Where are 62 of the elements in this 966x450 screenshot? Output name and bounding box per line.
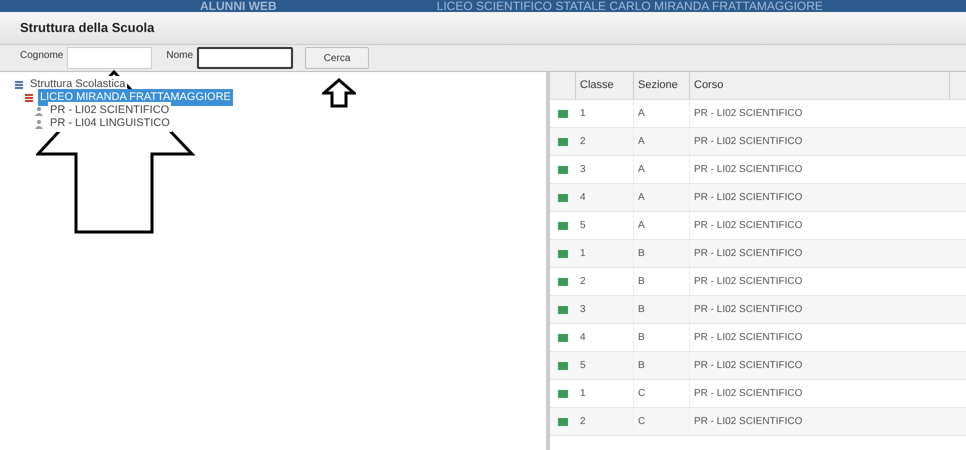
table-cell: 2: [576, 268, 634, 295]
table-cell: 2: [576, 408, 634, 435]
table-cell-text: PR - LI02 SCIENTIFICO: [693, 219, 804, 233]
row-icon: [558, 110, 568, 118]
row-icon: [558, 222, 568, 230]
row-icon: [558, 166, 568, 174]
table-cell: B: [634, 324, 690, 351]
table-cell: C: [634, 380, 690, 407]
table-cell-text: PR - LI02 SCIENTIFICO: [693, 191, 804, 205]
row-icon: [558, 250, 568, 258]
row-icon: [558, 334, 568, 342]
window-title: Struttura della Scuola: [20, 19, 154, 38]
table-cell-text: PR - LI02 SCIENTIFICO: [693, 303, 804, 317]
table-cell-text: PR - LI02 SCIENTIFICO: [693, 415, 804, 429]
table-cell-text: PR - LI02 SCIENTIFICO: [693, 163, 804, 177]
row-icon: [558, 194, 568, 202]
table-cell-text: PR - LI02 SCIENTIFICO: [693, 331, 804, 345]
tree-item[interactable]: PR - LI04 LINGUISTICO: [48, 115, 172, 132]
row-icon: [558, 138, 568, 146]
table-cell: B: [634, 352, 690, 379]
table-cell: A: [634, 128, 690, 155]
table-cell-text: PR - LI02 SCIENTIFICO: [693, 107, 804, 121]
table-cell: A: [634, 156, 690, 183]
table-cell: 4: [576, 184, 634, 211]
table-cell-text: PR - LI02 SCIENTIFICO: [693, 359, 804, 373]
table-cell: 5: [576, 352, 634, 379]
table-cell: B: [634, 296, 690, 323]
column-header[interactable]: Corso: [690, 72, 950, 99]
app-name: ALUNNI WEB: [200, 0, 277, 12]
person-icon: [34, 118, 44, 128]
row-icon: [558, 418, 568, 426]
table-cell: 1: [576, 380, 634, 407]
table-cell-text: PR - LI02 SCIENTIFICO: [693, 275, 804, 289]
table-cell-text: PR - LI02 SCIENTIFICO: [693, 135, 804, 149]
table-cell-text: PR - LI02 SCIENTIFICO: [693, 247, 804, 261]
table-cell: A: [634, 100, 690, 127]
column-header[interactable]: Sezione: [634, 72, 690, 99]
table-cell: 3: [576, 296, 634, 323]
table-cell: A: [634, 184, 690, 211]
school-name: LICEO SCIENTIFICO STATALE CARLO MIRANDA FRATTAMAGGIORE: [436, 0, 823, 12]
table-cell: 3: [576, 156, 634, 183]
person-icon: [34, 106, 44, 116]
table-cell: 4: [576, 324, 634, 351]
table-cell: C: [634, 408, 690, 435]
row-icon: [558, 278, 568, 286]
field-label: Cognome: [20, 49, 64, 63]
table-cell: 1: [576, 240, 634, 267]
table-cell: 5: [576, 212, 634, 239]
arrow-outline: [322, 78, 356, 108]
input-field[interactable]: [197, 47, 294, 69]
table-cell: 2: [576, 128, 634, 155]
table-cell: B: [634, 240, 690, 267]
field-label: Nome: [166, 49, 194, 63]
table-cell: A: [634, 212, 690, 239]
table-cell: 1: [576, 100, 634, 127]
search-button[interactable]: Cerca: [305, 47, 370, 69]
table-cell: B: [634, 268, 690, 295]
row-icon: [558, 362, 568, 370]
row-icon: [558, 306, 568, 314]
column-header[interactable]: Classe: [576, 72, 634, 99]
row-icon: [558, 390, 568, 398]
table-cell-text: PR - LI02 SCIENTIFICO: [693, 387, 804, 401]
